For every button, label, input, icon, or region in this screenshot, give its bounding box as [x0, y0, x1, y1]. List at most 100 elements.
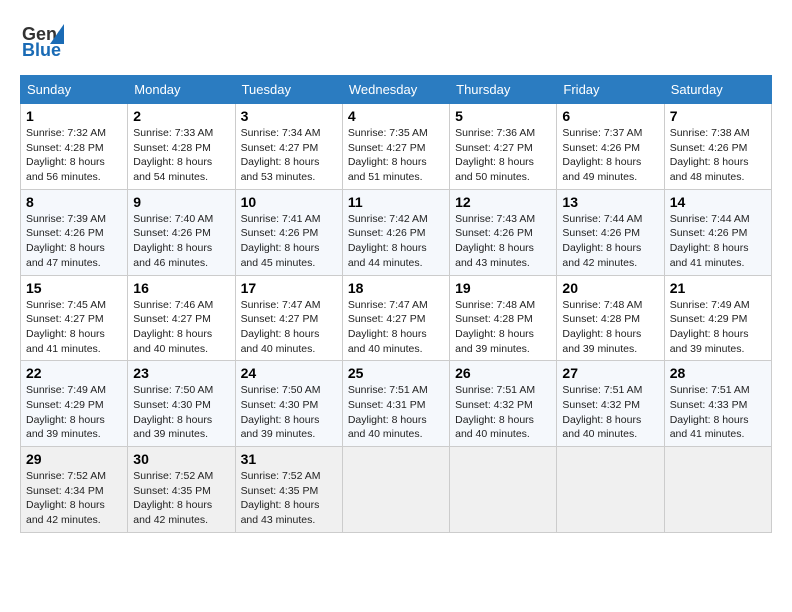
- day-number: 3: [241, 108, 337, 124]
- cell-info: Sunrise: 7:35 AM Sunset: 4:27 PM Dayligh…: [348, 126, 444, 185]
- cell-info: Sunrise: 7:39 AM Sunset: 4:26 PM Dayligh…: [26, 212, 122, 271]
- day-number: 19: [455, 280, 551, 296]
- day-number: 9: [133, 194, 229, 210]
- calendar-cell: 3 Sunrise: 7:34 AM Sunset: 4:27 PM Dayli…: [235, 104, 342, 190]
- day-number: 31: [241, 451, 337, 467]
- logo-icon: General Blue: [20, 16, 64, 65]
- calendar-cell: [557, 447, 664, 533]
- calendar-cell: 12 Sunrise: 7:43 AM Sunset: 4:26 PM Dayl…: [450, 189, 557, 275]
- calendar-cell: 8 Sunrise: 7:39 AM Sunset: 4:26 PM Dayli…: [21, 189, 128, 275]
- day-number: 6: [562, 108, 658, 124]
- cell-info: Sunrise: 7:36 AM Sunset: 4:27 PM Dayligh…: [455, 126, 551, 185]
- day-number: 8: [26, 194, 122, 210]
- day-number: 14: [670, 194, 766, 210]
- calendar-day-header: Tuesday: [235, 76, 342, 104]
- calendar-cell: 26 Sunrise: 7:51 AM Sunset: 4:32 PM Dayl…: [450, 361, 557, 447]
- logo: General Blue: [20, 16, 64, 65]
- calendar-cell: 11 Sunrise: 7:42 AM Sunset: 4:26 PM Dayl…: [342, 189, 449, 275]
- day-number: 24: [241, 365, 337, 381]
- calendar-cell: [342, 447, 449, 533]
- cell-info: Sunrise: 7:48 AM Sunset: 4:28 PM Dayligh…: [455, 298, 551, 357]
- day-number: 27: [562, 365, 658, 381]
- calendar-cell: 4 Sunrise: 7:35 AM Sunset: 4:27 PM Dayli…: [342, 104, 449, 190]
- cell-info: Sunrise: 7:51 AM Sunset: 4:32 PM Dayligh…: [455, 383, 551, 442]
- day-number: 2: [133, 108, 229, 124]
- day-number: 1: [26, 108, 122, 124]
- cell-info: Sunrise: 7:38 AM Sunset: 4:26 PM Dayligh…: [670, 126, 766, 185]
- calendar-cell: 6 Sunrise: 7:37 AM Sunset: 4:26 PM Dayli…: [557, 104, 664, 190]
- calendar-day-header: Friday: [557, 76, 664, 104]
- day-number: 4: [348, 108, 444, 124]
- calendar-cell: 21 Sunrise: 7:49 AM Sunset: 4:29 PM Dayl…: [664, 275, 771, 361]
- calendar-day-header: Sunday: [21, 76, 128, 104]
- cell-info: Sunrise: 7:51 AM Sunset: 4:31 PM Dayligh…: [348, 383, 444, 442]
- calendar-cell: 24 Sunrise: 7:50 AM Sunset: 4:30 PM Dayl…: [235, 361, 342, 447]
- day-number: 13: [562, 194, 658, 210]
- calendar-cell: [450, 447, 557, 533]
- day-number: 11: [348, 194, 444, 210]
- calendar-cell: 25 Sunrise: 7:51 AM Sunset: 4:31 PM Dayl…: [342, 361, 449, 447]
- cell-info: Sunrise: 7:50 AM Sunset: 4:30 PM Dayligh…: [241, 383, 337, 442]
- day-number: 12: [455, 194, 551, 210]
- cell-info: Sunrise: 7:52 AM Sunset: 4:35 PM Dayligh…: [241, 469, 337, 528]
- cell-info: Sunrise: 7:49 AM Sunset: 4:29 PM Dayligh…: [26, 383, 122, 442]
- calendar-table: SundayMondayTuesdayWednesdayThursdayFrid…: [20, 75, 772, 533]
- calendar-cell: 31 Sunrise: 7:52 AM Sunset: 4:35 PM Dayl…: [235, 447, 342, 533]
- calendar-cell: [664, 447, 771, 533]
- cell-info: Sunrise: 7:44 AM Sunset: 4:26 PM Dayligh…: [562, 212, 658, 271]
- calendar-cell: 2 Sunrise: 7:33 AM Sunset: 4:28 PM Dayli…: [128, 104, 235, 190]
- cell-info: Sunrise: 7:52 AM Sunset: 4:35 PM Dayligh…: [133, 469, 229, 528]
- day-number: 28: [670, 365, 766, 381]
- cell-info: Sunrise: 7:40 AM Sunset: 4:26 PM Dayligh…: [133, 212, 229, 271]
- calendar-cell: 19 Sunrise: 7:48 AM Sunset: 4:28 PM Dayl…: [450, 275, 557, 361]
- cell-info: Sunrise: 7:47 AM Sunset: 4:27 PM Dayligh…: [348, 298, 444, 357]
- calendar-cell: 1 Sunrise: 7:32 AM Sunset: 4:28 PM Dayli…: [21, 104, 128, 190]
- calendar-cell: 13 Sunrise: 7:44 AM Sunset: 4:26 PM Dayl…: [557, 189, 664, 275]
- day-number: 10: [241, 194, 337, 210]
- day-number: 17: [241, 280, 337, 296]
- cell-info: Sunrise: 7:37 AM Sunset: 4:26 PM Dayligh…: [562, 126, 658, 185]
- calendar-cell: 18 Sunrise: 7:47 AM Sunset: 4:27 PM Dayl…: [342, 275, 449, 361]
- calendar-cell: 30 Sunrise: 7:52 AM Sunset: 4:35 PM Dayl…: [128, 447, 235, 533]
- day-number: 21: [670, 280, 766, 296]
- page-header: General Blue: [20, 16, 772, 65]
- cell-info: Sunrise: 7:47 AM Sunset: 4:27 PM Dayligh…: [241, 298, 337, 357]
- calendar-cell: 15 Sunrise: 7:45 AM Sunset: 4:27 PM Dayl…: [21, 275, 128, 361]
- calendar-cell: 29 Sunrise: 7:52 AM Sunset: 4:34 PM Dayl…: [21, 447, 128, 533]
- calendar-cell: 10 Sunrise: 7:41 AM Sunset: 4:26 PM Dayl…: [235, 189, 342, 275]
- calendar-cell: 5 Sunrise: 7:36 AM Sunset: 4:27 PM Dayli…: [450, 104, 557, 190]
- day-number: 5: [455, 108, 551, 124]
- calendar-cell: 22 Sunrise: 7:49 AM Sunset: 4:29 PM Dayl…: [21, 361, 128, 447]
- day-number: 15: [26, 280, 122, 296]
- cell-info: Sunrise: 7:48 AM Sunset: 4:28 PM Dayligh…: [562, 298, 658, 357]
- day-number: 22: [26, 365, 122, 381]
- day-number: 25: [348, 365, 444, 381]
- cell-info: Sunrise: 7:41 AM Sunset: 4:26 PM Dayligh…: [241, 212, 337, 271]
- cell-info: Sunrise: 7:33 AM Sunset: 4:28 PM Dayligh…: [133, 126, 229, 185]
- cell-info: Sunrise: 7:49 AM Sunset: 4:29 PM Dayligh…: [670, 298, 766, 357]
- cell-info: Sunrise: 7:51 AM Sunset: 4:32 PM Dayligh…: [562, 383, 658, 442]
- calendar-cell: 27 Sunrise: 7:51 AM Sunset: 4:32 PM Dayl…: [557, 361, 664, 447]
- calendar-day-header: Wednesday: [342, 76, 449, 104]
- calendar-week-row: 29 Sunrise: 7:52 AM Sunset: 4:34 PM Dayl…: [21, 447, 772, 533]
- calendar-cell: 20 Sunrise: 7:48 AM Sunset: 4:28 PM Dayl…: [557, 275, 664, 361]
- calendar-cell: 28 Sunrise: 7:51 AM Sunset: 4:33 PM Dayl…: [664, 361, 771, 447]
- calendar-header-row: SundayMondayTuesdayWednesdayThursdayFrid…: [21, 76, 772, 104]
- day-number: 20: [562, 280, 658, 296]
- cell-info: Sunrise: 7:45 AM Sunset: 4:27 PM Dayligh…: [26, 298, 122, 357]
- day-number: 7: [670, 108, 766, 124]
- cell-info: Sunrise: 7:32 AM Sunset: 4:28 PM Dayligh…: [26, 126, 122, 185]
- cell-info: Sunrise: 7:46 AM Sunset: 4:27 PM Dayligh…: [133, 298, 229, 357]
- day-number: 16: [133, 280, 229, 296]
- calendar-cell: 17 Sunrise: 7:47 AM Sunset: 4:27 PM Dayl…: [235, 275, 342, 361]
- calendar-cell: 16 Sunrise: 7:46 AM Sunset: 4:27 PM Dayl…: [128, 275, 235, 361]
- cell-info: Sunrise: 7:50 AM Sunset: 4:30 PM Dayligh…: [133, 383, 229, 442]
- day-number: 23: [133, 365, 229, 381]
- day-number: 26: [455, 365, 551, 381]
- calendar-week-row: 8 Sunrise: 7:39 AM Sunset: 4:26 PM Dayli…: [21, 189, 772, 275]
- cell-info: Sunrise: 7:52 AM Sunset: 4:34 PM Dayligh…: [26, 469, 122, 528]
- cell-info: Sunrise: 7:43 AM Sunset: 4:26 PM Dayligh…: [455, 212, 551, 271]
- day-number: 30: [133, 451, 229, 467]
- cell-info: Sunrise: 7:51 AM Sunset: 4:33 PM Dayligh…: [670, 383, 766, 442]
- day-number: 29: [26, 451, 122, 467]
